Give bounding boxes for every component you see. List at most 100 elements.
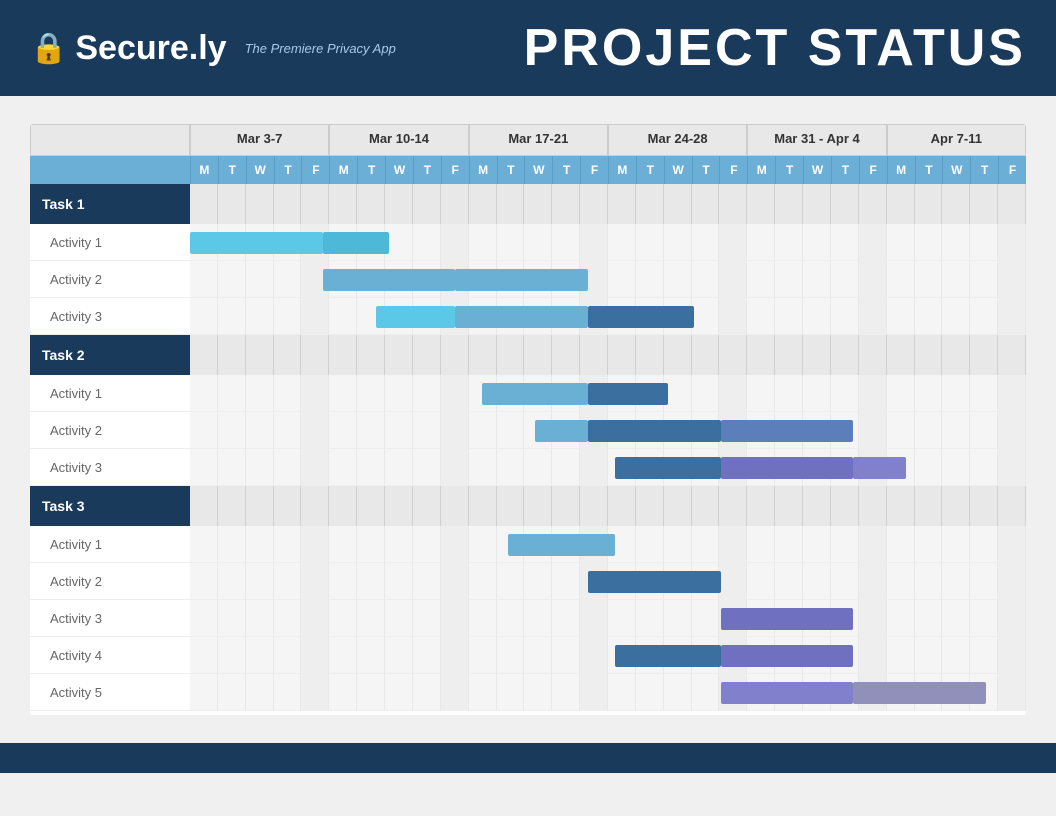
day-header-23: T bbox=[831, 156, 859, 184]
grid-cell bbox=[831, 335, 859, 375]
grid-cell bbox=[747, 412, 775, 449]
grid-cell bbox=[497, 335, 525, 375]
grid-cell bbox=[524, 637, 552, 674]
grid-cell bbox=[915, 600, 943, 637]
grid-cell bbox=[580, 637, 608, 674]
grid-cell bbox=[329, 637, 357, 674]
grid-cell bbox=[552, 526, 580, 563]
grid-cell bbox=[190, 526, 218, 563]
grid-cell bbox=[803, 184, 831, 224]
grid-cell bbox=[664, 261, 692, 298]
grid-cell bbox=[859, 298, 887, 335]
grid-cell bbox=[859, 224, 887, 261]
grid-cell bbox=[329, 224, 357, 261]
grid-cell bbox=[775, 224, 803, 261]
grid-cell bbox=[664, 486, 692, 526]
activity-label: Activity 3 bbox=[30, 298, 190, 335]
grid-cell bbox=[190, 335, 218, 375]
grid-cell bbox=[580, 412, 608, 449]
grid-cell bbox=[831, 184, 859, 224]
grid-cell bbox=[831, 486, 859, 526]
grid-cell bbox=[469, 261, 497, 298]
grid-cell bbox=[246, 335, 274, 375]
grid-cell bbox=[497, 486, 525, 526]
grid-cell bbox=[803, 449, 831, 486]
grid-cell bbox=[998, 449, 1026, 486]
grid-cell bbox=[497, 674, 525, 711]
grid-cell bbox=[970, 335, 998, 375]
grid-cell bbox=[441, 375, 469, 412]
day-header-28: T bbox=[970, 156, 998, 184]
grid-cell bbox=[970, 563, 998, 600]
grid-cell bbox=[942, 449, 970, 486]
day-header-6: T bbox=[357, 156, 385, 184]
grid-cell bbox=[580, 563, 608, 600]
week-header-5: Mar 31 - Apr 4 bbox=[747, 124, 886, 156]
grid-cell bbox=[357, 563, 385, 600]
grid-cell bbox=[692, 375, 720, 412]
grid-cell bbox=[915, 526, 943, 563]
grid-cell bbox=[469, 563, 497, 600]
grid-cell bbox=[552, 335, 580, 375]
grid-cell bbox=[831, 375, 859, 412]
activity-row: Activity 3VB bbox=[30, 449, 1026, 486]
grid-cell bbox=[608, 412, 636, 449]
grid-cell bbox=[719, 261, 747, 298]
grid-cell bbox=[246, 449, 274, 486]
day-header-26: T bbox=[915, 156, 943, 184]
grid-cell bbox=[664, 298, 692, 335]
task-label: Task 2 bbox=[30, 335, 190, 375]
grid-cell bbox=[998, 526, 1026, 563]
grid-cell bbox=[385, 224, 413, 261]
grid-cell bbox=[887, 335, 915, 375]
grid-cell bbox=[775, 261, 803, 298]
day-header-1: T bbox=[218, 156, 246, 184]
grid-cell bbox=[218, 298, 246, 335]
main-content: Mar 3-7 Mar 10-14 Mar 17-21 Mar 24-28 Ma… bbox=[0, 96, 1056, 743]
grid-cell bbox=[887, 224, 915, 261]
tagline: The Premiere Privacy App bbox=[245, 41, 396, 56]
grid-cell bbox=[301, 298, 329, 335]
activity-label: Activity 2 bbox=[30, 412, 190, 449]
grid-cell bbox=[942, 486, 970, 526]
grid-cell bbox=[413, 674, 441, 711]
grid-cell bbox=[274, 375, 302, 412]
grid-cell bbox=[831, 674, 859, 711]
grid-cell bbox=[636, 600, 664, 637]
grid-cell bbox=[859, 335, 887, 375]
grid-cell bbox=[413, 486, 441, 526]
grid-cell bbox=[664, 449, 692, 486]
grid-cell bbox=[747, 261, 775, 298]
grid-cell bbox=[580, 298, 608, 335]
grid-cell bbox=[636, 335, 664, 375]
day-header-21: T bbox=[775, 156, 803, 184]
grid-cell bbox=[497, 261, 525, 298]
grid-cell bbox=[831, 224, 859, 261]
day-header-9: F bbox=[441, 156, 469, 184]
grid-cell bbox=[942, 526, 970, 563]
grid-cell bbox=[747, 600, 775, 637]
grid-cell bbox=[942, 261, 970, 298]
grid-cell bbox=[497, 449, 525, 486]
grid-cell bbox=[357, 637, 385, 674]
grid-cell bbox=[747, 563, 775, 600]
grid-cell bbox=[775, 600, 803, 637]
grid-cell bbox=[970, 526, 998, 563]
grid-cell bbox=[218, 412, 246, 449]
grid-cell bbox=[357, 375, 385, 412]
grid-cell bbox=[664, 184, 692, 224]
grid-cell bbox=[747, 449, 775, 486]
grid-cell bbox=[190, 298, 218, 335]
day-header-29: F bbox=[998, 156, 1026, 184]
grid-cell bbox=[747, 298, 775, 335]
grid-cell bbox=[190, 261, 218, 298]
grid-cell bbox=[747, 224, 775, 261]
grid-cell bbox=[274, 637, 302, 674]
grid-cell bbox=[803, 600, 831, 637]
activity-label: Activity 4 bbox=[30, 637, 190, 674]
grid-cell bbox=[998, 224, 1026, 261]
grid-cell bbox=[301, 184, 329, 224]
grid-cell bbox=[469, 298, 497, 335]
grid-cell bbox=[524, 261, 552, 298]
grid-cell bbox=[469, 449, 497, 486]
